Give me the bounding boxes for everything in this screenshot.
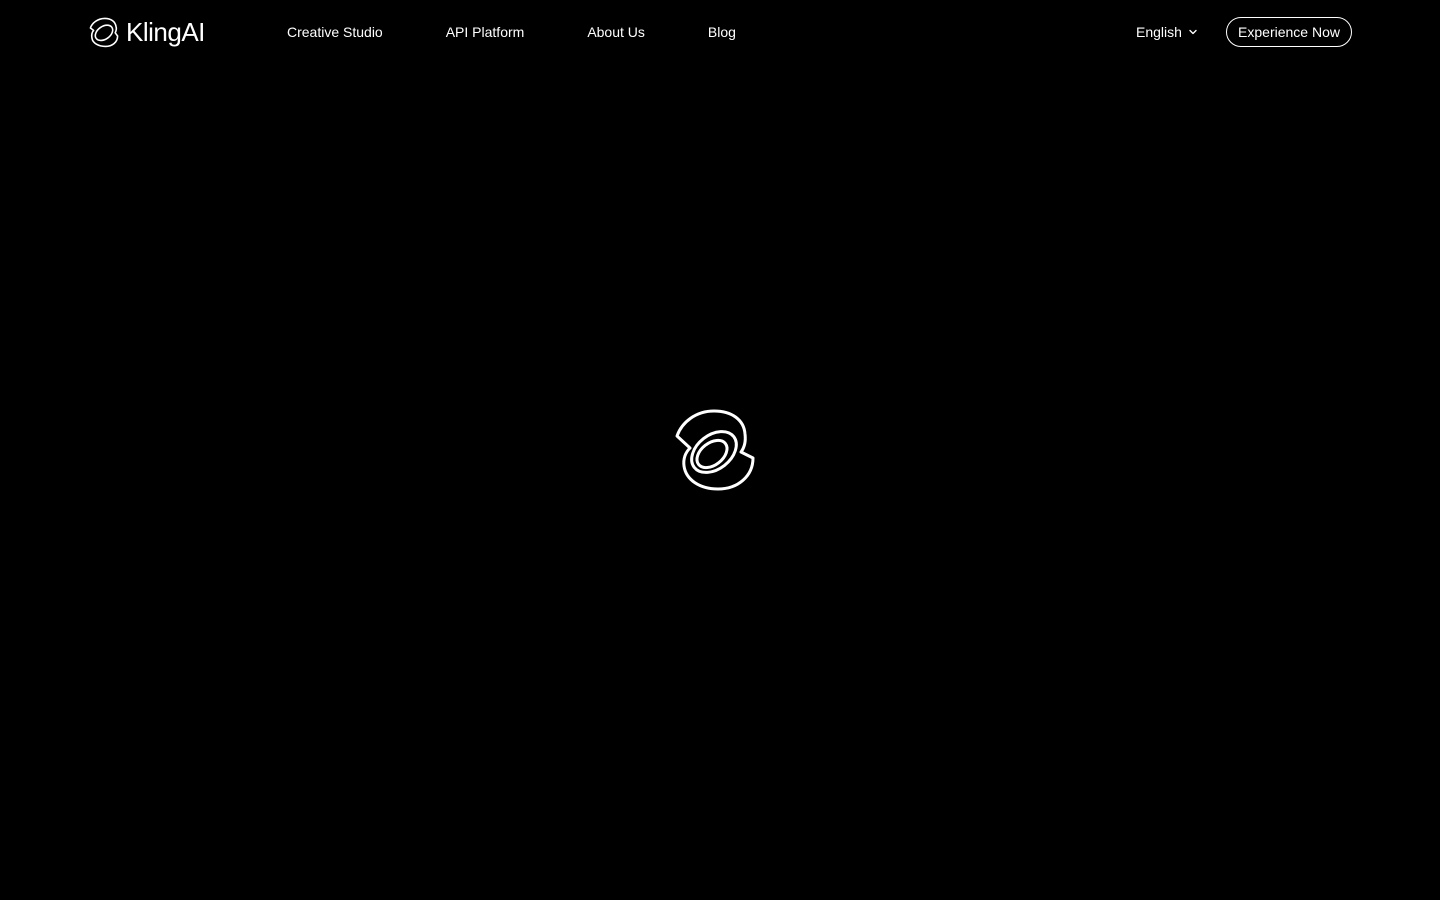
nav-item-creative-studio[interactable]: Creative Studio: [287, 22, 383, 42]
klingai-logo-icon: [89, 17, 119, 48]
language-selector[interactable]: English: [1136, 22, 1198, 42]
experience-now-button[interactable]: Experience Now: [1226, 17, 1352, 47]
top-navigation-bar: KlingAI Creative Studio API Platform Abo…: [0, 0, 1440, 64]
nav-item-about-us[interactable]: About Us: [587, 22, 645, 42]
nav-item-api-platform[interactable]: API Platform: [446, 22, 525, 42]
klingai-logo-icon: [675, 409, 755, 491]
nav-item-blog[interactable]: Blog: [708, 22, 736, 42]
language-label: English: [1136, 24, 1182, 40]
chevron-down-icon: [1189, 29, 1197, 35]
main-nav: Creative Studio API Platform About Us Bl…: [287, 0, 736, 64]
page: KlingAI Creative Studio API Platform Abo…: [0, 0, 1440, 900]
brand-logo-link[interactable]: KlingAI: [88, 15, 205, 49]
brand-name: KlingAI: [126, 17, 205, 47]
loading-indicator: [674, 408, 756, 492]
